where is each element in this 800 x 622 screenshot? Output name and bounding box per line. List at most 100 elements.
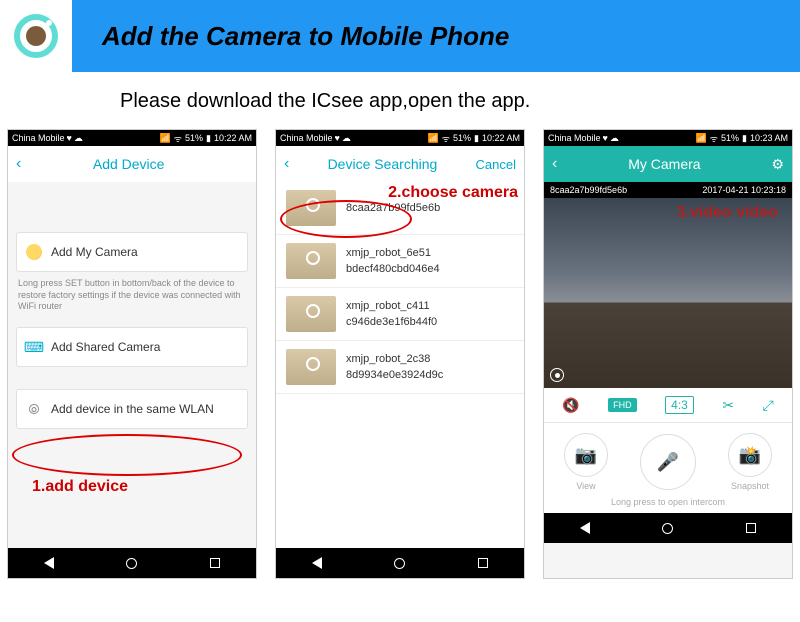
heart-icon: ♥ <box>67 133 72 143</box>
fullscreen-icon[interactable]: ⤢ <box>763 397 774 414</box>
control-row-2: 📷 View 🎤 📸 Snapshot <box>544 423 792 495</box>
wifi-icon: ⦾ <box>25 400 43 418</box>
phone-screenshot-2: China Mobile♥☁ 📶ᯤ51%▮10:22 AM ‹ Device S… <box>275 129 525 579</box>
screen-title: Device Searching <box>289 156 475 172</box>
carrier-label: China Mobile <box>12 133 65 143</box>
nav-recent-icon[interactable] <box>478 558 488 568</box>
nav-back-icon[interactable] <box>312 557 322 569</box>
snapshot-button[interactable]: 📸 Snapshot <box>728 433 772 491</box>
device-name: xmjp_robot_c411 <box>346 298 437 315</box>
highlight-oval <box>12 434 242 476</box>
screen-title: Add Device <box>21 156 236 172</box>
annotation-1: 1.add device <box>32 478 128 496</box>
nav-home-icon[interactable] <box>394 558 405 569</box>
battery-icon: ▮ <box>474 133 479 144</box>
heart-icon: ♥ <box>603 133 608 143</box>
button-label: Snapshot <box>731 481 769 491</box>
heart-icon: ♥ <box>335 133 340 143</box>
device-thumbnail <box>286 190 336 226</box>
phone-screenshots-row: China Mobile♥☁ 📶ᯤ51%▮10:22 AM ‹ Add Devi… <box>0 125 800 609</box>
screen-body: Add My Camera Long press SET button in b… <box>8 182 256 548</box>
nav-recent-icon[interactable] <box>746 523 756 533</box>
time-label: 10:23 AM <box>750 133 788 143</box>
device-id: c946de3e1f6b44f0 <box>346 314 437 331</box>
option-label: Add Shared Camera <box>51 340 160 354</box>
nav-home-icon[interactable] <box>662 523 673 534</box>
nav-back-icon[interactable] <box>580 522 590 534</box>
camera-icon: 📷 <box>564 433 608 477</box>
microphone-icon: 🎤 <box>640 434 696 490</box>
time-label: 10:22 AM <box>482 133 520 143</box>
phone-screenshot-1: China Mobile♥☁ 📶ᯤ51%▮10:22 AM ‹ Add Devi… <box>7 129 257 579</box>
view-button[interactable]: 📷 View <box>564 433 608 491</box>
wifi-icon: ᯤ <box>442 132 450 145</box>
app-logo-container <box>0 0 72 72</box>
page-header: Add the Camera to Mobile Phone <box>0 0 800 72</box>
status-bar: China Mobile♥☁ 📶ᯤ51%▮10:23 AM <box>544 130 792 146</box>
device-thumbnail <box>286 296 336 332</box>
device-name: xmjp_robot_2c38 <box>346 351 443 368</box>
app-header: ‹ My Camera ⚙ <box>544 146 792 182</box>
camera-id: 8caa2a7b99fd5e6b <box>550 185 627 195</box>
android-nav-bar <box>276 548 524 578</box>
instruction-text: Please download the ICsee app,open the a… <box>0 72 800 125</box>
add-wlan-device-option[interactable]: ⦾ Add device in the same WLAN <box>16 389 248 429</box>
nav-back-icon[interactable] <box>44 557 54 569</box>
header-title: Add the Camera to Mobile Phone <box>102 21 509 52</box>
video-preview[interactable]: 3.video video <box>544 198 792 388</box>
battery-label: 51% <box>185 133 203 143</box>
option-label: Add device in the same WLAN <box>51 402 214 416</box>
nav-recent-icon[interactable] <box>210 558 220 568</box>
signal-icon: 📶 <box>160 133 171 144</box>
time-label: 10:22 AM <box>214 133 252 143</box>
annotation-3: 3.video video <box>677 204 778 222</box>
device-name: xmjp_robot_6e51 <box>346 245 440 262</box>
intercom-hint: Long press to open intercom <box>544 495 792 513</box>
nav-home-icon[interactable] <box>126 558 137 569</box>
device-row[interactable]: xmjp_robot_c411c946de3e1f6b44f0 <box>276 288 524 341</box>
control-row-1: 🔇 FHD 4:3 ✂ ⤢ <box>544 388 792 423</box>
camera-info-bar: 8caa2a7b99fd5e6b 2017-04-21 10:23:18 <box>544 182 792 198</box>
android-nav-bar <box>8 548 256 578</box>
signal-icon: 📶 <box>696 133 707 144</box>
carrier-label: China Mobile <box>280 133 333 143</box>
button-label: View <box>576 481 595 491</box>
moon-icon <box>25 243 43 261</box>
carrier-label: China Mobile <box>548 133 601 143</box>
battery-icon: ▮ <box>206 133 211 144</box>
device-row[interactable]: xmjp_robot_6e51bdecf480cbd046e4 <box>276 235 524 288</box>
device-id: 8caa2a7b99fd5e6b <box>346 200 440 217</box>
keyboard-icon: ⌨ <box>25 338 43 356</box>
wifi-icon: ᯤ <box>710 132 718 145</box>
phone-screenshot-3: China Mobile♥☁ 📶ᯤ51%▮10:23 AM ‹ My Camer… <box>543 129 793 579</box>
record-indicator-icon <box>550 368 564 382</box>
device-thumbnail <box>286 349 336 385</box>
option-label: Add My Camera <box>51 245 138 259</box>
settings-icon[interactable]: ⚙ <box>771 156 784 173</box>
signal-icon: 📶 <box>428 133 439 144</box>
device-thumbnail <box>286 243 336 279</box>
resolution-badge[interactable]: FHD <box>608 398 637 412</box>
battery-label: 51% <box>721 133 739 143</box>
device-id: 8d9934e0e3924d9c <box>346 367 443 384</box>
timestamp: 2017-04-21 10:23:18 <box>702 185 786 195</box>
cloud-icon: ☁ <box>74 133 83 144</box>
battery-icon: ▮ <box>742 133 747 144</box>
status-bar: China Mobile♥☁ 📶ᯤ51%▮10:22 AM <box>276 130 524 146</box>
wifi-icon: ᯤ <box>174 132 182 145</box>
add-my-camera-option[interactable]: Add My Camera <box>16 232 248 272</box>
cancel-button[interactable]: Cancel <box>476 157 516 172</box>
mute-icon[interactable]: 🔇 <box>562 397 579 414</box>
scissors-icon[interactable]: ✂ <box>722 397 734 414</box>
app-logo <box>6 6 66 66</box>
help-text: Long press SET button in bottom/back of … <box>16 278 248 327</box>
annotation-2: 2.choose camera <box>388 184 518 202</box>
app-header: ‹ Add Device <box>8 146 256 182</box>
device-id: bdecf480cbd046e4 <box>346 261 440 278</box>
aspect-ratio-button[interactable]: 4:3 <box>665 396 694 414</box>
app-header: ‹ Device Searching Cancel <box>276 146 524 182</box>
screen-body: 2.choose camera 8caa2a7b99fd5e6b xmjp_ro… <box>276 182 524 548</box>
device-row[interactable]: xmjp_robot_2c388d9934e0e3924d9c <box>276 341 524 394</box>
add-shared-camera-option[interactable]: ⌨ Add Shared Camera <box>16 327 248 367</box>
intercom-button[interactable]: 🎤 <box>640 434 696 490</box>
